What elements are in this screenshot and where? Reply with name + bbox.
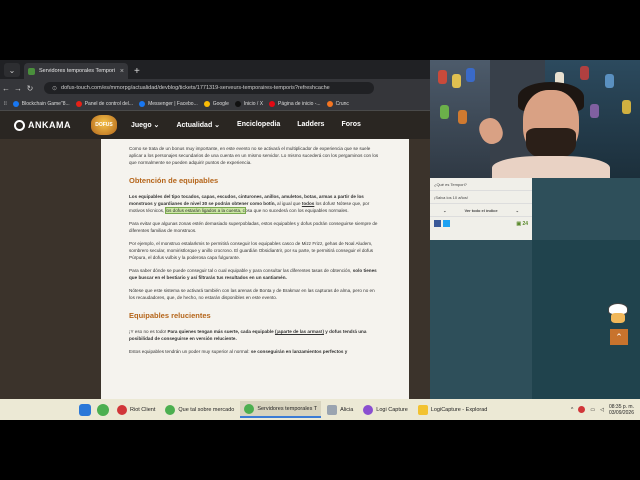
article-paragraph: Por ejemplo, el monstruo estalarkmis te … (129, 241, 374, 260)
clock[interactable]: 08:35 p. m. 03/09/2026 (609, 404, 634, 416)
article-paragraph: Para saber dónde se puede conseguir tal … (129, 268, 377, 280)
bookmark-google[interactable]: Google (203, 100, 229, 107)
taskbar-chrome-window-active[interactable]: Servidores temporales T (240, 401, 322, 418)
article-sidebar-index: ¿Qué es Tempori? ¡Salva los 10 años! ⌄ V… (430, 178, 532, 240)
index-item[interactable]: ¿Qué es Tempori? (430, 178, 532, 191)
taskbar-file-explorer[interactable]: LogiCapture - Explorad (414, 401, 492, 418)
taskbar-alicia[interactable]: Alicia (323, 401, 357, 418)
article-paragraph: Estos equipables tendrán un poder muy su… (129, 349, 348, 354)
taskbar-logi-capture[interactable]: Logi Capture (359, 401, 412, 418)
taskbar-chrome-window-1[interactable]: Que tal sobre mercado (161, 401, 238, 418)
ankama-logo[interactable]: ANKAMA (14, 119, 71, 131)
site-navigation: ANKAMA DOFUS Juego ⌄ Actualidad ⌄ Encicl… (0, 111, 430, 139)
chevron-down-icon: ⌄ (443, 207, 447, 213)
bookmark-youtube-studio[interactable]: Panel de control del... (75, 100, 133, 107)
system-tray: ^ ▭ ◁ 08:35 p. m. 03/09/2026 (571, 404, 640, 416)
menu-foros[interactable]: Foros (341, 121, 360, 129)
facebook-share-icon[interactable] (434, 220, 441, 227)
menu-actualidad[interactable]: Actualidad ⌄ (176, 121, 220, 129)
menu-enciclopedia[interactable]: Enciclopedia (237, 121, 280, 129)
apps-grid-icon[interactable]: ⁞⁞ (4, 101, 7, 107)
article-paragraph: Nótese que este sistema se activará tamb… (129, 288, 375, 300)
network-icon[interactable]: ▭ (590, 407, 595, 413)
new-tab-button[interactable]: + (134, 66, 140, 77)
tab-close-icon[interactable]: × (120, 68, 124, 75)
dofus-favicon-icon (28, 67, 35, 75)
tray-app-icon[interactable] (578, 406, 586, 413)
chevron-down-icon: ⌄ (515, 207, 519, 213)
menu-ladders[interactable]: Ladders (297, 121, 324, 129)
tab-title: Servidores temporales Tempori (39, 68, 116, 74)
selected-text-highlight: los dofus estarán ligados a la cuenta, c (164, 207, 246, 214)
heading-obtencion: Obtención de equipables (129, 176, 219, 185)
bookmark-x[interactable]: Inicio / X (234, 100, 263, 107)
bookmark-netflix[interactable]: Página de inicio -... (269, 100, 321, 107)
social-share-row: ▣ 24 (430, 217, 532, 230)
browser-tab-active[interactable]: Servidores temporales Tempori × (24, 63, 128, 79)
article-body: Como se trata de un bonus muy importante… (101, 139, 409, 420)
tab-search-icon[interactable]: ⌄ (4, 63, 20, 77)
start-windows-icon[interactable] (79, 403, 91, 416)
view-full-index-button[interactable]: ⌄ Ver todo el índice ⌄ (430, 204, 532, 217)
browser-tab-bar: ⌄ Servidores temporales Tempori × + (0, 60, 430, 79)
url-text: dofus-touch.com/es/mmorpg/actualidad/dev… (61, 85, 330, 91)
scroll-to-top-button[interactable]: ⌃ (610, 329, 628, 345)
article-paragraph: Los equipables del tipo tocados, capas, … (129, 194, 370, 214)
menu-juego[interactable]: Juego ⌄ (131, 121, 159, 129)
mascot-icon (606, 303, 630, 325)
article-paragraph: ¡Y eso no es todo! Para quienes tengan m… (129, 329, 367, 341)
bookmark-crunchyroll[interactable]: Crunc (326, 100, 349, 107)
bookmark-blockchain[interactable]: Blockchain Game"8... (12, 100, 70, 107)
chrome-icon[interactable] (97, 403, 109, 416)
back-arrow-icon[interactable]: ← (0, 84, 12, 93)
comment-count[interactable]: ▣ 24 (516, 221, 528, 227)
article-paragraph: Como se trata de un bonus muy importante… (129, 146, 379, 165)
article-paragraph: Para evitar que algunas zonas estén dema… (129, 221, 378, 233)
forward-arrow-icon[interactable]: → (12, 84, 24, 93)
screen: ⌄ Servidores temporales Tempori × + ← → … (0, 60, 640, 420)
url-input[interactable]: ⊙ dofus-touch.com/es/mmorpg/actualidad/d… (44, 82, 374, 94)
address-bar-row: ← → ↻ ⊙ dofus-touch.com/es/mmorpg/actual… (0, 79, 430, 97)
reload-icon[interactable]: ↻ (24, 84, 36, 93)
site-info-icon[interactable]: ⊙ (52, 85, 57, 92)
tray-chevron-icon[interactable]: ^ (571, 407, 573, 413)
webcam-overlay (430, 60, 640, 178)
index-item[interactable]: ¡Salva los 10 años! (430, 191, 532, 204)
dofus-logo[interactable]: DOFUS (91, 115, 117, 135)
bookmark-messenger[interactable]: Messenger | Facebo... (139, 100, 198, 107)
windows-taskbar: Riot Client Que tal sobre mercado Servid… (0, 399, 640, 420)
main-menu: Juego ⌄ Actualidad ⌄ Enciclopedia Ladder… (131, 121, 361, 129)
taskbar-riot-client[interactable]: Riot Client (113, 401, 159, 418)
bookmarks-bar: ⁞⁞ Blockchain Game"8... Panel de control… (0, 97, 430, 111)
volume-icon[interactable]: ◁ (600, 407, 604, 413)
twitter-share-icon[interactable] (443, 220, 450, 227)
ankama-emblem-icon (14, 119, 25, 131)
heading-relucientes: Equipables relucientes (129, 311, 211, 320)
